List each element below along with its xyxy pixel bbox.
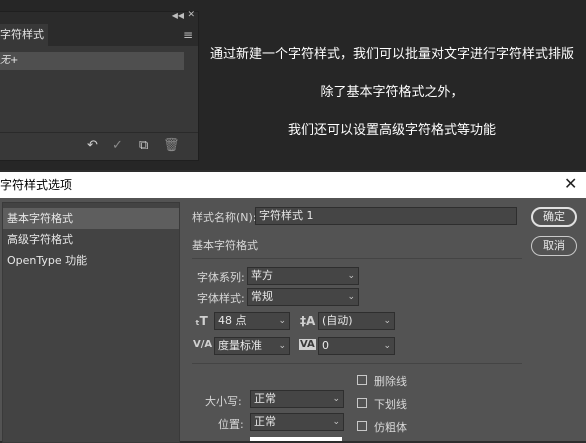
case-value: 正常 bbox=[254, 392, 276, 405]
case-label: 大小写: bbox=[205, 395, 242, 408]
collapse-icon[interactable]: ◀◀ bbox=[172, 11, 184, 20]
kerning-select[interactable]: 度量标准 ⌄ bbox=[214, 337, 290, 355]
tab-character-styles[interactable]: 字符样式 bbox=[0, 24, 48, 46]
sidebar-item-basic-character-formats[interactable]: 基本字符格式 bbox=[3, 208, 179, 229]
panel-menu-icon[interactable]: ≡ bbox=[183, 28, 193, 42]
faux-bold-label: 仿粗体 bbox=[374, 421, 407, 434]
panel-header-bar: ◀◀ ✕ bbox=[0, 10, 198, 24]
position-value: 正常 bbox=[254, 415, 276, 428]
style-name-label: 样式名称(N): bbox=[192, 211, 257, 224]
section-title: 基本字符格式 bbox=[192, 239, 258, 252]
kerning-value: 度量标准 bbox=[218, 339, 262, 352]
tracking-value: 0 bbox=[322, 339, 329, 352]
font-size-icon: ₜT bbox=[195, 314, 208, 328]
commit-icon[interactable]: ✓ bbox=[112, 138, 123, 153]
section-divider-2 bbox=[192, 363, 522, 364]
dialog-titlebar: 字符样式选项 ✕ bbox=[0, 172, 586, 198]
strikethrough-label: 删除线 bbox=[374, 375, 407, 388]
kerning-icon: V/A bbox=[193, 339, 213, 350]
caption-line-1: 通过新建一个字符样式，我们可以批量对文字进行字符样式排版 bbox=[209, 47, 574, 62]
sidebar-item-advanced-character-formats[interactable]: 高级字符格式 bbox=[3, 229, 179, 250]
panel-scrollbar[interactable] bbox=[186, 46, 196, 132]
leading-icon: ‡A bbox=[300, 314, 316, 328]
close-icon[interactable]: ✕ bbox=[564, 174, 577, 193]
dialog-title: 字符样式选项 bbox=[0, 178, 73, 192]
faux-bold-checkbox[interactable] bbox=[357, 421, 367, 431]
chevron-down-icon: ⌄ bbox=[332, 417, 340, 427]
chevron-down-icon: ⌄ bbox=[383, 341, 391, 351]
chevron-down-icon: ⌄ bbox=[347, 271, 355, 281]
leading-value: (自动) bbox=[322, 314, 353, 327]
character-style-options-dialog: 字符样式选项 ✕ 基本字符格式 高级字符格式 OpenType 功能 样式名称(… bbox=[0, 172, 586, 443]
chevron-down-icon: ⌄ bbox=[347, 292, 355, 302]
chevron-down-icon: ⌄ bbox=[383, 316, 391, 326]
new-style-icon[interactable]: ⧉ bbox=[139, 138, 148, 153]
chevron-down-icon: ⌄ bbox=[278, 316, 286, 326]
tracking-icon: VA bbox=[299, 339, 316, 350]
font-family-select[interactable]: 苹方 ⌄ bbox=[247, 267, 359, 285]
font-size-select[interactable]: 48 点 ⌄ bbox=[214, 312, 290, 330]
style-list-item-none[interactable]: 无+ bbox=[0, 52, 184, 70]
position-select[interactable]: 正常 ⌄ bbox=[250, 413, 344, 431]
font-family-label: 字体系列: bbox=[197, 271, 245, 284]
character-styles-panel: ◀◀ ✕ 字符样式 ≡ 无+ ↶ ✓ ⧉ 🗑 bbox=[0, 10, 199, 161]
panel-tab-bar: 字符样式 ≡ bbox=[0, 24, 198, 46]
dialog-sidebar: 基本字符格式 高级字符格式 OpenType 功能 bbox=[2, 202, 180, 443]
tracking-select[interactable]: 0 ⌄ bbox=[318, 337, 395, 355]
style-name-input[interactable]: 字符样式 1 bbox=[255, 207, 517, 225]
chevron-down-icon: ⌄ bbox=[278, 341, 286, 351]
font-style-label: 字体样式: bbox=[197, 292, 245, 305]
chevron-down-icon: ⌄ bbox=[332, 394, 340, 404]
cancel-button[interactable]: 取消 bbox=[531, 236, 577, 256]
font-family-value: 苹方 bbox=[251, 269, 273, 282]
underline-checkbox[interactable] bbox=[357, 398, 367, 408]
overlay-caption: 通过新建一个字符样式，我们可以批量对文字进行字符样式排版 除了基本字符格式之外，… bbox=[198, 42, 586, 156]
ok-button[interactable]: 确定 bbox=[531, 207, 577, 227]
font-style-select[interactable]: 常规 ⌄ bbox=[247, 288, 359, 306]
panel-footer: ↶ ✓ ⧉ 🗑 bbox=[0, 132, 198, 159]
caption-line-2: 除了基本字符格式之外， bbox=[320, 85, 464, 100]
underline-label: 下划线 bbox=[374, 398, 407, 411]
delete-icon[interactable]: 🗑 bbox=[163, 138, 180, 153]
sidebar-item-opentype-features[interactable]: OpenType 功能 bbox=[3, 250, 179, 271]
strikethrough-checkbox[interactable] bbox=[357, 375, 367, 385]
color-swatch[interactable] bbox=[250, 437, 342, 441]
clear-override-icon[interactable]: ↶ bbox=[87, 138, 98, 153]
caption-line-3: 我们还可以设置高级字符格式等功能 bbox=[287, 123, 496, 138]
panel-close-icon[interactable]: ✕ bbox=[187, 10, 195, 20]
font-size-value: 48 点 bbox=[218, 314, 247, 327]
font-style-value: 常规 bbox=[251, 290, 273, 303]
section-divider bbox=[192, 258, 522, 259]
leading-select[interactable]: (自动) ⌄ bbox=[318, 312, 395, 330]
position-label: 位置: bbox=[218, 418, 244, 431]
case-select[interactable]: 正常 ⌄ bbox=[250, 390, 344, 408]
